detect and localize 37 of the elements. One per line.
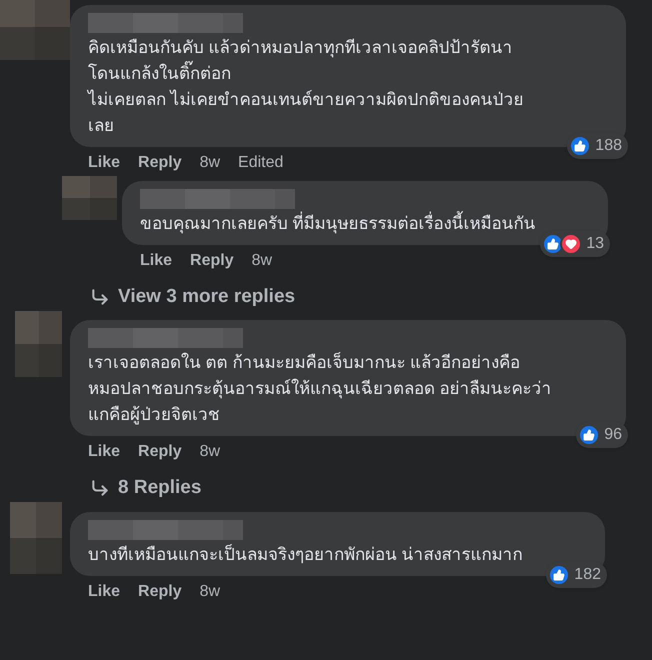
comment-text: ไม่เคยตลก ไม่เคยขำคอนเทนต์ขายความผิดปกติของคนป่วย <box>88 88 525 111</box>
comment-text: บางทีเหมือนแกจะเป็นลมจริงๆอยากพักผ่อน น่าสงสารแกมาก <box>88 543 524 566</box>
comment-text: เลย <box>88 115 115 137</box>
avatar[interactable] <box>0 0 70 60</box>
avatar[interactable] <box>10 502 62 574</box>
comment-text: โดนแกล้งในติ๊กต่อก <box>88 61 602 87</box>
comment-text: แกคือผู้ป่วยจิตเวช <box>88 404 221 426</box>
reply-arrow-icon <box>90 287 110 308</box>
reaction-count: 96 <box>604 424 622 444</box>
reaction-count-badge[interactable]: 13 <box>540 231 610 257</box>
comment-text: คิดเหมือนกันคับ แล้วด่าหมอปลาทุกทีเวลาเจอคลิปป้ารัตนา <box>88 37 514 60</box>
like-link[interactable]: Like <box>88 151 120 175</box>
more-replies-link[interactable]: View 3 more replies <box>90 283 296 312</box>
reaction-count: 188 <box>595 136 622 156</box>
reaction-count-badge[interactable]: 182 <box>546 562 607 588</box>
comment-time[interactable]: 8w <box>252 249 272 273</box>
reply-link[interactable]: Reply <box>138 440 182 464</box>
like-link[interactable]: Like <box>88 440 120 464</box>
reaction-count-badge[interactable]: 188 <box>567 133 628 159</box>
edited-label: Edited <box>238 153 284 173</box>
reply-link[interactable]: Reply <box>138 580 182 604</box>
reply-link[interactable]: Reply <box>138 151 182 175</box>
like-link[interactable]: Like <box>140 249 172 273</box>
avatar[interactable] <box>62 176 117 220</box>
reply-link[interactable]: Reply <box>190 249 234 273</box>
reaction-count-badge[interactable]: 96 <box>576 422 628 448</box>
avatar[interactable] <box>15 310 62 376</box>
reaction-count: 13 <box>586 234 604 254</box>
comment-time[interactable]: 8w <box>200 440 220 464</box>
comment-time[interactable]: 8w <box>200 151 220 175</box>
reaction-count: 182 <box>574 565 601 585</box>
more-replies-link[interactable]: 8 Replies <box>90 474 202 502</box>
comment-text: เราเจอตลอดใน ตต ก้านมะยมคือเจ็บมากนะ แล้วอีกอย่างคือ <box>88 351 522 374</box>
comment-text: หมอปลาชอบกระตุ้นอารมณ์ให้แกฉุนเฉียวตลอด อย่าลืมนะคะว่า <box>88 378 553 400</box>
like-link[interactable]: Like <box>88 580 120 604</box>
comment-time[interactable]: 8w <box>200 580 220 604</box>
reply-arrow-icon <box>90 478 110 498</box>
